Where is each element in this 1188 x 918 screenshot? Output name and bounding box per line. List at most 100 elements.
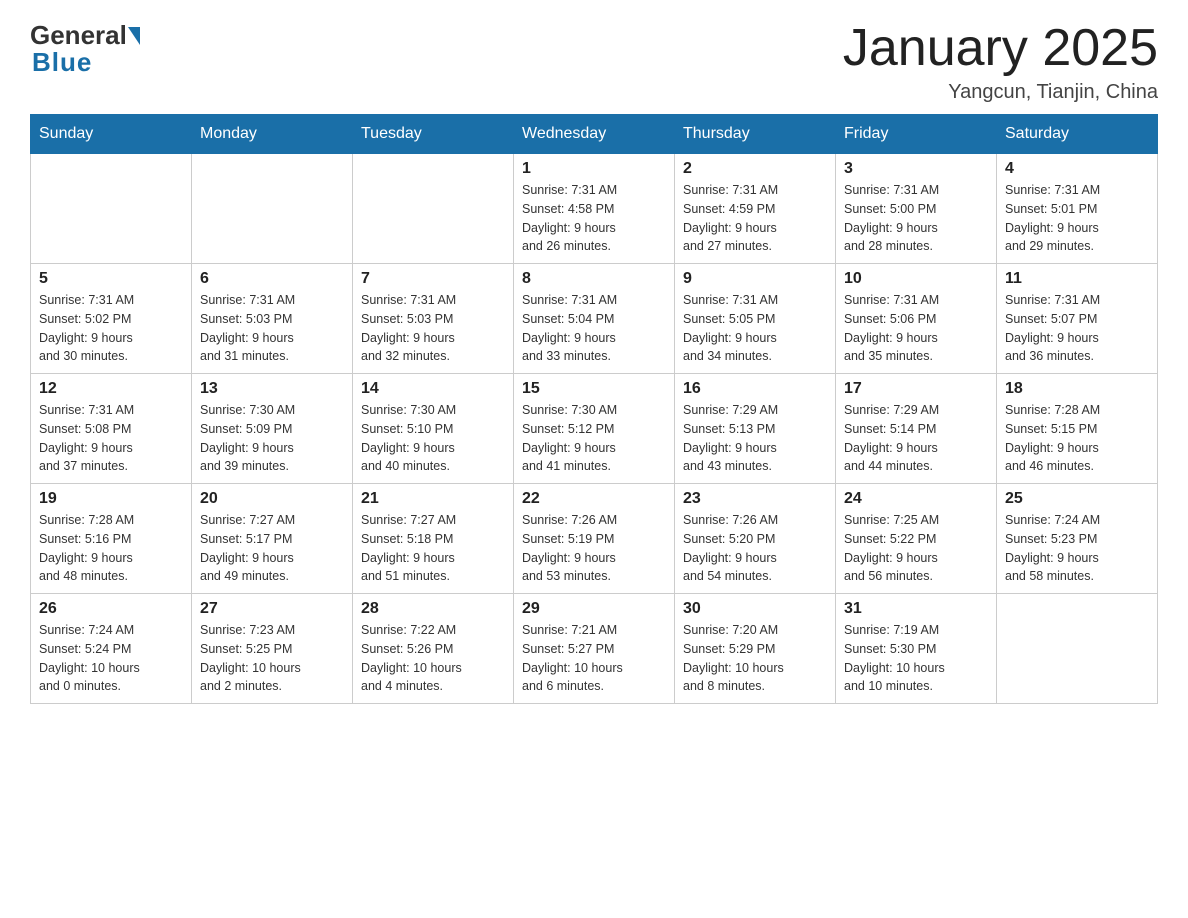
day-number: 19	[39, 490, 183, 508]
day-info: Sunrise: 7:20 AMSunset: 5:29 PMDaylight:…	[683, 621, 827, 696]
calendar-cell: 24Sunrise: 7:25 AMSunset: 5:22 PMDayligh…	[836, 484, 997, 594]
day-info: Sunrise: 7:31 AMSunset: 5:07 PMDaylight:…	[1005, 291, 1149, 366]
calendar-cell: 18 Sunrise: 7:28 AMSunset: 5:15 PMDayligh…	[997, 374, 1158, 484]
day-info: Sunrise: 7:31 AMSunset: 5:00 PMDaylight:…	[844, 181, 988, 256]
day-info: Sunrise: 7:27 AMSunset: 5:18 PMDaylight:…	[361, 511, 505, 586]
day-number: 4	[1005, 160, 1149, 178]
calendar-cell: 1 Sunrise: 7:31 AMSunset: 4:58 PMDaylight…	[514, 154, 675, 264]
calendar-week-row: 12 Sunrise: 7:31 AMSunset: 5:08 PMDayligh…	[31, 374, 1158, 484]
day-number: 3	[844, 160, 988, 178]
day-number: 20	[200, 490, 344, 508]
calendar-cell: 7Sunrise: 7:31 AMSunset: 5:03 PMDaylight…	[353, 264, 514, 374]
logo-blue-text: Blue	[32, 47, 92, 78]
day-info: Sunrise: 7:31 AMSunset: 4:58 PMDaylight:…	[522, 181, 666, 256]
day-number: 1	[522, 160, 666, 178]
calendar-cell: 13 Sunrise: 7:30 AMSunset: 5:09 PMDayligh…	[192, 374, 353, 484]
calendar-cell: 22Sunrise: 7:26 AMSunset: 5:19 PMDayligh…	[514, 484, 675, 594]
day-number: 25	[1005, 490, 1149, 508]
calendar-cell: 6 Sunrise: 7:31 AMSunset: 5:03 PMDaylight…	[192, 264, 353, 374]
calendar-header-tuesday: Tuesday	[353, 115, 514, 154]
day-number: 8	[522, 270, 666, 288]
day-info: Sunrise: 7:24 AMSunset: 5:24 PMDaylight:…	[39, 621, 183, 696]
calendar-cell: 20 Sunrise: 7:27 AMSunset: 5:17 PMDayligh…	[192, 484, 353, 594]
month-title: January 2025	[843, 20, 1158, 77]
calendar-header-saturday: Saturday	[997, 115, 1158, 154]
day-info: Sunrise: 7:30 AMSunset: 5:09 PMDaylight:…	[200, 401, 344, 476]
day-number: 11	[1005, 270, 1149, 288]
day-number: 7	[361, 270, 505, 288]
calendar-cell: 28 Sunrise: 7:22 AMSunset: 5:26 PMDayligh…	[353, 594, 514, 704]
calendar-cell: 25Sunrise: 7:24 AMSunset: 5:23 PMDayligh…	[997, 484, 1158, 594]
day-number: 2	[683, 160, 827, 178]
day-info: Sunrise: 7:31 AMSunset: 5:08 PMDaylight:…	[39, 401, 183, 476]
calendar-header-row: SundayMondayTuesdayWednesdayThursdayFrid…	[31, 115, 1158, 154]
day-info: Sunrise: 7:27 AMSunset: 5:17 PMDaylight:…	[200, 511, 344, 586]
day-number: 26	[39, 600, 183, 618]
day-number: 14	[361, 380, 505, 398]
day-number: 10	[844, 270, 988, 288]
logo-arrow-icon	[128, 27, 140, 45]
calendar-cell: 26 Sunrise: 7:24 AMSunset: 5:24 PMDayligh…	[31, 594, 192, 704]
calendar-cell: 12 Sunrise: 7:31 AMSunset: 5:08 PMDayligh…	[31, 374, 192, 484]
day-info: Sunrise: 7:31 AMSunset: 5:02 PMDaylight:…	[39, 291, 183, 366]
calendar-cell: 15 Sunrise: 7:30 AMSunset: 5:12 PMDayligh…	[514, 374, 675, 484]
calendar-cell	[192, 154, 353, 264]
calendar-cell: 31 Sunrise: 7:19 AMSunset: 5:30 PMDayligh…	[836, 594, 997, 704]
calendar-cell: 9 Sunrise: 7:31 AMSunset: 5:05 PMDaylight…	[675, 264, 836, 374]
day-number: 15	[522, 380, 666, 398]
day-info: Sunrise: 7:28 AMSunset: 5:15 PMDaylight:…	[1005, 401, 1149, 476]
location-text: Yangcun, Tianjin, China	[843, 81, 1158, 104]
calendar-week-row: 26 Sunrise: 7:24 AMSunset: 5:24 PMDayligh…	[31, 594, 1158, 704]
calendar-header-thursday: Thursday	[675, 115, 836, 154]
calendar-header-sunday: Sunday	[31, 115, 192, 154]
logo: General Blue	[30, 20, 141, 78]
day-number: 27	[200, 600, 344, 618]
day-number: 31	[844, 600, 988, 618]
calendar-cell: 16Sunrise: 7:29 AMSunset: 5:13 PMDayligh…	[675, 374, 836, 484]
day-info: Sunrise: 7:31 AMSunset: 5:06 PMDaylight:…	[844, 291, 988, 366]
calendar-header-wednesday: Wednesday	[514, 115, 675, 154]
day-number: 30	[683, 600, 827, 618]
calendar-cell: 19 Sunrise: 7:28 AMSunset: 5:16 PMDayligh…	[31, 484, 192, 594]
calendar-cell: 17Sunrise: 7:29 AMSunset: 5:14 PMDayligh…	[836, 374, 997, 484]
day-info: Sunrise: 7:28 AMSunset: 5:16 PMDaylight:…	[39, 511, 183, 586]
calendar-cell	[353, 154, 514, 264]
day-info: Sunrise: 7:26 AMSunset: 5:19 PMDaylight:…	[522, 511, 666, 586]
day-number: 21	[361, 490, 505, 508]
day-number: 18	[1005, 380, 1149, 398]
calendar-cell: 30 Sunrise: 7:20 AMSunset: 5:29 PMDayligh…	[675, 594, 836, 704]
calendar-cell: 21 Sunrise: 7:27 AMSunset: 5:18 PMDayligh…	[353, 484, 514, 594]
day-info: Sunrise: 7:29 AMSunset: 5:13 PMDaylight:…	[683, 401, 827, 476]
day-info: Sunrise: 7:31 AMSunset: 5:03 PMDaylight:…	[200, 291, 344, 366]
page-header: General Blue January 2025 Yangcun, Tianj…	[30, 20, 1158, 104]
day-number: 29	[522, 600, 666, 618]
day-info: Sunrise: 7:22 AMSunset: 5:26 PMDaylight:…	[361, 621, 505, 696]
day-info: Sunrise: 7:31 AMSunset: 5:05 PMDaylight:…	[683, 291, 827, 366]
calendar-table: SundayMondayTuesdayWednesdayThursdayFrid…	[30, 114, 1158, 704]
day-info: Sunrise: 7:31 AMSunset: 5:01 PMDaylight:…	[1005, 181, 1149, 256]
calendar-cell: 3 Sunrise: 7:31 AMSunset: 5:00 PMDaylight…	[836, 154, 997, 264]
day-info: Sunrise: 7:30 AMSunset: 5:12 PMDaylight:…	[522, 401, 666, 476]
calendar-cell: 5 Sunrise: 7:31 AMSunset: 5:02 PMDaylight…	[31, 264, 192, 374]
title-area: January 2025 Yangcun, Tianjin, China	[843, 20, 1158, 104]
calendar-week-row: 19 Sunrise: 7:28 AMSunset: 5:16 PMDayligh…	[31, 484, 1158, 594]
calendar-cell: 23Sunrise: 7:26 AMSunset: 5:20 PMDayligh…	[675, 484, 836, 594]
day-info: Sunrise: 7:19 AMSunset: 5:30 PMDaylight:…	[844, 621, 988, 696]
day-info: Sunrise: 7:29 AMSunset: 5:14 PMDaylight:…	[844, 401, 988, 476]
day-number: 28	[361, 600, 505, 618]
day-info: Sunrise: 7:21 AMSunset: 5:27 PMDaylight:…	[522, 621, 666, 696]
day-info: Sunrise: 7:26 AMSunset: 5:20 PMDaylight:…	[683, 511, 827, 586]
calendar-week-row: 1 Sunrise: 7:31 AMSunset: 4:58 PMDaylight…	[31, 154, 1158, 264]
day-info: Sunrise: 7:31 AMSunset: 5:04 PMDaylight:…	[522, 291, 666, 366]
day-number: 9	[683, 270, 827, 288]
day-number: 6	[200, 270, 344, 288]
calendar-week-row: 5 Sunrise: 7:31 AMSunset: 5:02 PMDaylight…	[31, 264, 1158, 374]
day-number: 5	[39, 270, 183, 288]
day-number: 13	[200, 380, 344, 398]
day-info: Sunrise: 7:23 AMSunset: 5:25 PMDaylight:…	[200, 621, 344, 696]
day-info: Sunrise: 7:31 AMSunset: 4:59 PMDaylight:…	[683, 181, 827, 256]
calendar-cell: 29 Sunrise: 7:21 AMSunset: 5:27 PMDayligh…	[514, 594, 675, 704]
calendar-header-friday: Friday	[836, 115, 997, 154]
calendar-cell: 4 Sunrise: 7:31 AMSunset: 5:01 PMDaylight…	[997, 154, 1158, 264]
day-number: 12	[39, 380, 183, 398]
